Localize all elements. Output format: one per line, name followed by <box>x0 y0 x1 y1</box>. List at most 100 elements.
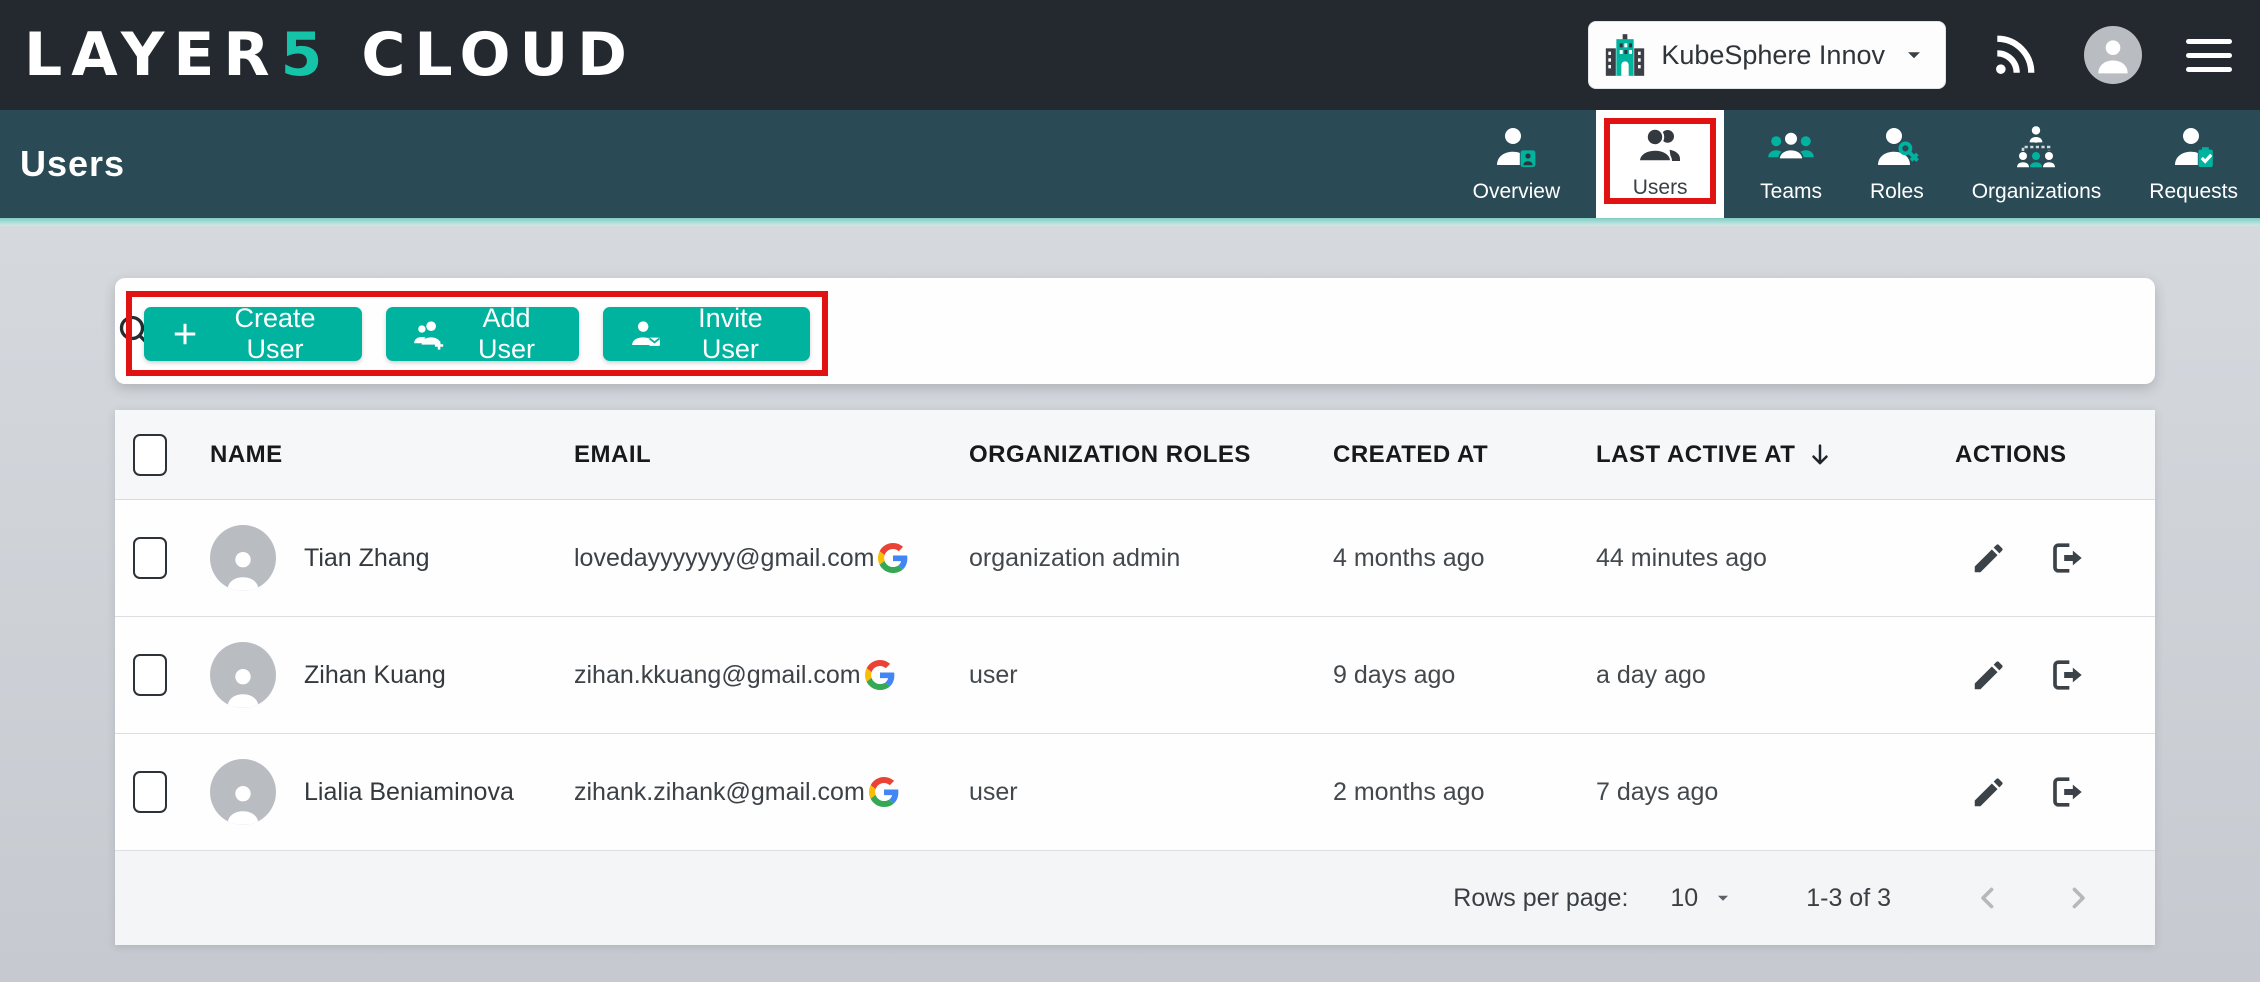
nav-tab-label: Requests <box>2149 180 2238 204</box>
roles-icon <box>1873 124 1921 172</box>
table-row[interactable]: Lialia Beniaminova zihank.zihank@gmail.c… <box>115 734 2155 851</box>
nav-tab-label: Roles <box>1870 180 1924 204</box>
organization-selector[interactable]: KubeSphere Innov <box>1588 21 1946 89</box>
nav-tabs: Overview Users <box>1461 110 2250 218</box>
table-row[interactable]: Tian Zhang lovedayyyyyyy@gmail.com organ… <box>115 500 2155 617</box>
remove-user-icon[interactable] <box>2045 772 2085 812</box>
annotation-box-user-buttons: Create User Add User <box>126 291 828 376</box>
google-icon <box>869 777 899 807</box>
overview-icon <box>1492 124 1540 172</box>
nav-tab-label: Users <box>1633 176 1688 200</box>
user-org-role: organization admin <box>969 544 1333 573</box>
column-header-label: LAST ACTIVE AT <box>1596 441 1795 469</box>
edit-icon[interactable] <box>1969 655 2009 695</box>
user-email: lovedayyyyyyy@gmail.com <box>574 544 874 573</box>
user-last-active: 44 minutes ago <box>1596 544 1955 573</box>
top-bar: LAYER5 CLOUD <box>0 0 2260 110</box>
person-add-icon <box>412 317 446 351</box>
column-header-created-at[interactable]: CREATED AT <box>1333 441 1596 469</box>
column-header-email[interactable]: EMAIL <box>574 441 969 469</box>
teams-icon <box>1767 124 1815 172</box>
nav-tab-label: Overview <box>1473 180 1561 204</box>
table-pagination: Rows per page: 10 1-3 of 3 <box>115 851 2155 945</box>
building-icon <box>1605 33 1645 77</box>
user-last-active: a day ago <box>1596 661 1955 690</box>
edit-icon[interactable] <box>1969 772 2009 812</box>
column-header-label: ACTIONS <box>1955 441 2067 469</box>
organization-name: KubeSphere Innov <box>1661 40 1885 71</box>
hamburger-menu-icon[interactable] <box>2186 39 2232 72</box>
nav-tab-organizations[interactable]: Organizations <box>1960 110 2114 218</box>
avatar <box>2084 26 2142 84</box>
person-mail-icon <box>629 317 663 351</box>
nav-tab-teams[interactable]: Teams <box>1748 110 1834 218</box>
user-org-role: user <box>969 661 1333 690</box>
top-bar-right: KubeSphere Innov <box>1588 21 2232 89</box>
user-name: Lialia Beniaminova <box>304 778 514 807</box>
row-checkbox[interactable] <box>133 537 167 579</box>
sort-descending-icon[interactable] <box>1805 440 1835 470</box>
caret-down-icon <box>1901 42 1927 68</box>
remove-user-icon[interactable] <box>2045 655 2085 695</box>
users-table: NAME EMAIL ORGANIZATION ROLES CREATED AT… <box>115 410 2155 945</box>
user-email: zihank.zihank@gmail.com <box>574 778 865 807</box>
column-header-name[interactable]: NAME <box>210 441 574 469</box>
column-header-actions: ACTIONS <box>1955 441 2155 469</box>
section-nav-bar: Users Overview <box>0 110 2260 218</box>
page-title: Users <box>20 143 125 185</box>
user-avatar-button[interactable] <box>2084 26 2142 84</box>
add-user-button[interactable]: Add User <box>386 307 579 361</box>
column-header-last-active-at[interactable]: LAST ACTIVE AT <box>1596 440 1955 470</box>
row-checkbox[interactable] <box>133 654 167 696</box>
next-page-icon[interactable] <box>2061 881 2095 915</box>
select-all-checkbox[interactable] <box>133 434 167 476</box>
invite-user-button[interactable]: Invite User <box>603 307 810 361</box>
user-email: zihan.kkuang@gmail.com <box>574 661 861 690</box>
table-header-row: NAME EMAIL ORGANIZATION ROLES CREATED AT… <box>115 410 2155 500</box>
nav-tab-overview[interactable]: Overview <box>1461 110 1573 218</box>
nav-tab-requests[interactable]: Requests <box>2137 110 2250 218</box>
create-user-label: Create User <box>214 303 336 365</box>
invite-user-label: Invite User <box>677 303 784 365</box>
user-created-at: 4 months ago <box>1333 544 1596 573</box>
nav-tab-roles[interactable]: Roles <box>1858 110 1936 218</box>
row-checkbox[interactable] <box>133 771 167 813</box>
column-header-label: ORGANIZATION ROLES <box>969 441 1251 469</box>
nav-tab-users[interactable]: Users <box>1596 110 1724 218</box>
column-header-label: CREATED AT <box>1333 441 1488 469</box>
avatar <box>210 759 276 825</box>
user-created-at: 2 months ago <box>1333 778 1596 807</box>
user-created-at: 9 days ago <box>1333 661 1596 690</box>
layer5-cloud-logo[interactable]: LAYER5 CLOUD <box>24 20 636 90</box>
google-icon <box>878 543 908 573</box>
user-org-role: user <box>969 778 1333 807</box>
pagination-range: 1-3 of 3 <box>1806 884 1891 913</box>
plus-icon <box>170 319 200 349</box>
previous-page-icon[interactable] <box>1971 881 2005 915</box>
caret-down-icon <box>1712 887 1734 909</box>
edit-icon[interactable] <box>1969 538 2009 578</box>
nav-tab-label: Organizations <box>1972 180 2102 204</box>
annotation-box-users-tab: Users <box>1604 118 1716 204</box>
users-icon <box>1636 122 1684 170</box>
user-name: Tian Zhang <box>304 544 430 573</box>
remove-user-icon[interactable] <box>2045 538 2085 578</box>
logo-layer-text: LAYER <box>24 20 279 90</box>
pagination-controls <box>1971 881 2095 915</box>
google-icon <box>865 660 895 690</box>
requests-icon <box>2170 124 2218 172</box>
rows-per-page-select[interactable]: 10 <box>1670 884 1734 913</box>
avatar <box>210 525 276 591</box>
user-name: Zihan Kuang <box>304 661 446 690</box>
nav-tab-label: Teams <box>1760 180 1822 204</box>
column-header-label: EMAIL <box>574 441 651 469</box>
logo-cloud-text: CLOUD <box>361 20 636 90</box>
add-user-label: Add User <box>460 303 553 365</box>
user-last-active: 7 days ago <box>1596 778 1955 807</box>
table-row[interactable]: Zihan Kuang zihan.kkuang@gmail.com user … <box>115 617 2155 734</box>
notifications-rss-button[interactable] <box>1990 30 2040 80</box>
users-toolbar: Create User Add User <box>115 278 2155 384</box>
create-user-button[interactable]: Create User <box>144 307 362 361</box>
column-header-organization-roles[interactable]: ORGANIZATION ROLES <box>969 441 1333 469</box>
layer5-cloud-app: LAYER5 CLOUD <box>0 0 2260 982</box>
